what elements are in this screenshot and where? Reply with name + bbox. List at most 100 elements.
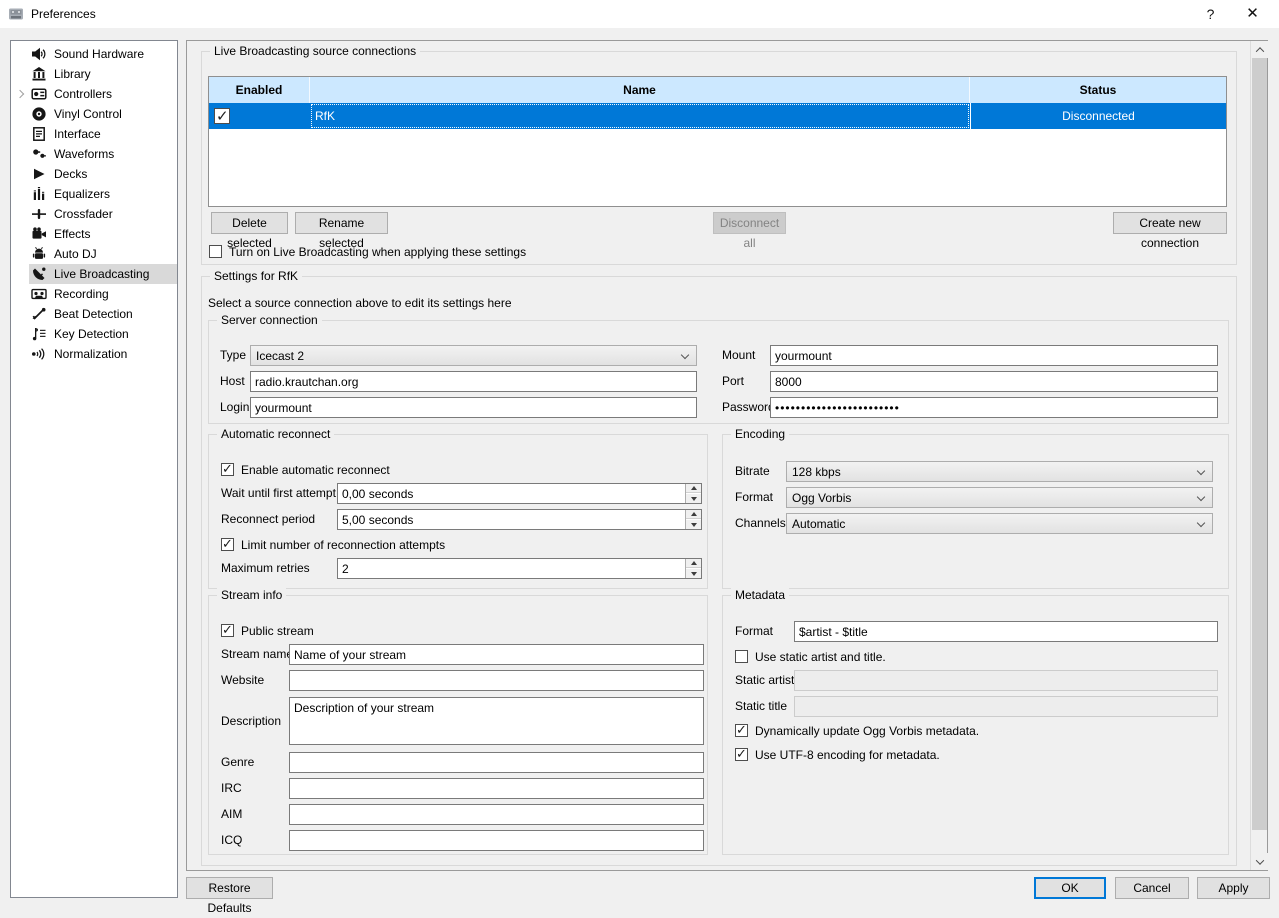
- spin-input[interactable]: [338, 559, 685, 578]
- sidebar-item-library[interactable]: Library: [11, 64, 177, 84]
- sidebar-item-auto-dj[interactable]: Auto DJ: [11, 244, 177, 264]
- row-name-cell[interactable]: RfK: [310, 103, 970, 129]
- rename-selected-button[interactable]: Rename selected: [295, 212, 388, 234]
- website-input[interactable]: [289, 670, 704, 691]
- scroll-down-icon[interactable]: [1251, 853, 1268, 870]
- wait-first-attempt-spinbox[interactable]: [337, 483, 702, 504]
- checkbox-box[interactable]: [735, 748, 748, 761]
- sidebar-item-label: Waveforms: [54, 147, 114, 161]
- decks-icon: [31, 166, 47, 182]
- port-input[interactable]: [770, 371, 1218, 392]
- branch-spacer: [11, 264, 29, 284]
- cancel-button[interactable]: Cancel: [1115, 877, 1189, 899]
- ok-button[interactable]: OK: [1034, 877, 1106, 899]
- checkbox-box[interactable]: [221, 624, 234, 637]
- sidebar-item-effects[interactable]: Effects: [11, 224, 177, 244]
- expand-chevron-icon[interactable]: [11, 84, 29, 104]
- branch-spacer: [11, 284, 29, 304]
- spin-down-icon[interactable]: [686, 569, 701, 578]
- spin-down-icon[interactable]: [686, 494, 701, 503]
- channels-combobox[interactable]: Automatic: [786, 513, 1213, 534]
- vertical-scrollbar[interactable]: [1250, 41, 1267, 870]
- bitrate-combobox[interactable]: 128 kbps: [786, 461, 1213, 482]
- host-input[interactable]: [250, 371, 697, 392]
- spin-down-icon[interactable]: [686, 520, 701, 529]
- row-status-cell[interactable]: Disconnected: [970, 103, 1226, 129]
- spin-up-icon[interactable]: [686, 559, 701, 568]
- password-input[interactable]: [770, 397, 1218, 418]
- row-enabled-checkbox[interactable]: [214, 108, 230, 124]
- header-enabled[interactable]: Enabled: [209, 77, 310, 103]
- effects-icon: [31, 226, 47, 242]
- reconnect-period-spinbox[interactable]: [337, 509, 702, 530]
- sidebar-item-vinyl-control[interactable]: Vinyl Control: [11, 104, 177, 124]
- spin-up-icon[interactable]: [686, 510, 701, 519]
- restore-defaults-button[interactable]: Restore Defaults: [186, 877, 273, 899]
- checkbox-box[interactable]: [735, 650, 748, 663]
- static-title-input: [794, 696, 1218, 717]
- reconnect-period-label: Reconnect period: [221, 509, 315, 530]
- format-combobox[interactable]: Ogg Vorbis: [786, 487, 1213, 508]
- combo-value: 128 kbps: [792, 465, 841, 479]
- spin-input[interactable]: [338, 484, 685, 503]
- dynamic-ogg-metadata-checkbox[interactable]: Dynamically update Ogg Vorbis metadata.: [735, 723, 979, 738]
- sidebar-item-decks[interactable]: Decks: [11, 164, 177, 184]
- sidebar-item-label: Key Detection: [54, 327, 129, 341]
- connection-row[interactable]: RfKDisconnected: [209, 103, 1226, 129]
- sidebar-item-beat-detection[interactable]: Beat Detection: [11, 304, 177, 324]
- apply-button[interactable]: Apply: [1197, 877, 1270, 899]
- genre-input[interactable]: [289, 752, 704, 773]
- waveforms-icon: [31, 146, 47, 162]
- sidebar-item-normalization[interactable]: Normalization: [11, 344, 177, 364]
- irc-label: IRC: [221, 778, 242, 799]
- sidebar-item-crossfader[interactable]: Crossfader: [11, 204, 177, 224]
- branch-spacer: [11, 64, 29, 84]
- stream-name-input[interactable]: [289, 644, 704, 665]
- sidebar-item-sound-hardware[interactable]: Sound Hardware: [11, 44, 177, 64]
- branch-spacer: [11, 44, 29, 64]
- header-name[interactable]: Name: [310, 77, 970, 103]
- spin-up-icon[interactable]: [686, 484, 701, 493]
- sidebar-item-interface[interactable]: Interface: [11, 124, 177, 144]
- branch-spacer: [11, 104, 29, 124]
- icq-input[interactable]: [289, 830, 704, 851]
- header-status[interactable]: Status: [970, 77, 1226, 103]
- sidebar-item-label: Library: [54, 67, 91, 81]
- help-button[interactable]: ?: [1188, 0, 1233, 28]
- description-textarea[interactable]: Description of your stream: [289, 697, 704, 745]
- irc-input[interactable]: [289, 778, 704, 799]
- branch-spacer: [11, 244, 29, 264]
- row-enabled-cell[interactable]: [209, 103, 310, 129]
- group-title: Automatic reconnect: [217, 427, 334, 441]
- checkbox-box[interactable]: [221, 463, 234, 476]
- vinyl-control-icon: [31, 106, 47, 122]
- public-stream-checkbox[interactable]: Public stream: [221, 623, 314, 638]
- scrollbar-thumb[interactable]: [1252, 58, 1267, 830]
- sidebar-item-equalizers[interactable]: Equalizers: [11, 184, 177, 204]
- maximum-retries-spinbox[interactable]: [337, 558, 702, 579]
- type-combobox[interactable]: Icecast 2: [250, 345, 697, 366]
- sidebar-item-recording[interactable]: Recording: [11, 284, 177, 304]
- turn-on-broadcasting-checkbox[interactable]: Turn on Live Broadcasting when applying …: [209, 244, 526, 259]
- scroll-up-icon[interactable]: [1251, 41, 1268, 58]
- aim-input[interactable]: [289, 804, 704, 825]
- utf8-metadata-checkbox[interactable]: Use UTF-8 encoding for metadata.: [735, 747, 940, 762]
- sidebar-item-live-broadcasting[interactable]: Live Broadcasting: [11, 264, 177, 284]
- checkbox-box[interactable]: [209, 245, 222, 258]
- mount-input[interactable]: [770, 345, 1218, 366]
- use-static-artist-title-checkbox[interactable]: Use static artist and title.: [735, 649, 886, 664]
- sidebar-item-waveforms[interactable]: Waveforms: [11, 144, 177, 164]
- checkbox-box[interactable]: [735, 724, 748, 737]
- enable-automatic-reconnect-checkbox[interactable]: Enable automatic reconnect: [221, 462, 390, 477]
- create-new-connection-button[interactable]: Create new connection: [1113, 212, 1227, 234]
- spin-input[interactable]: [338, 510, 685, 529]
- checkbox-box[interactable]: [221, 538, 234, 551]
- limit-reconnection-attempts-checkbox[interactable]: Limit number of reconnection attempts: [221, 537, 445, 552]
- metadata-format-input[interactable]: [794, 621, 1218, 642]
- sidebar-item-key-detection[interactable]: Key Detection: [11, 324, 177, 344]
- sidebar-item-controllers[interactable]: Controllers: [11, 84, 177, 104]
- disconnect-all-button: Disconnect all: [713, 212, 786, 234]
- delete-selected-button[interactable]: Delete selected: [211, 212, 288, 234]
- login-input[interactable]: [250, 397, 697, 418]
- close-button[interactable]: ✕: [1230, 0, 1275, 28]
